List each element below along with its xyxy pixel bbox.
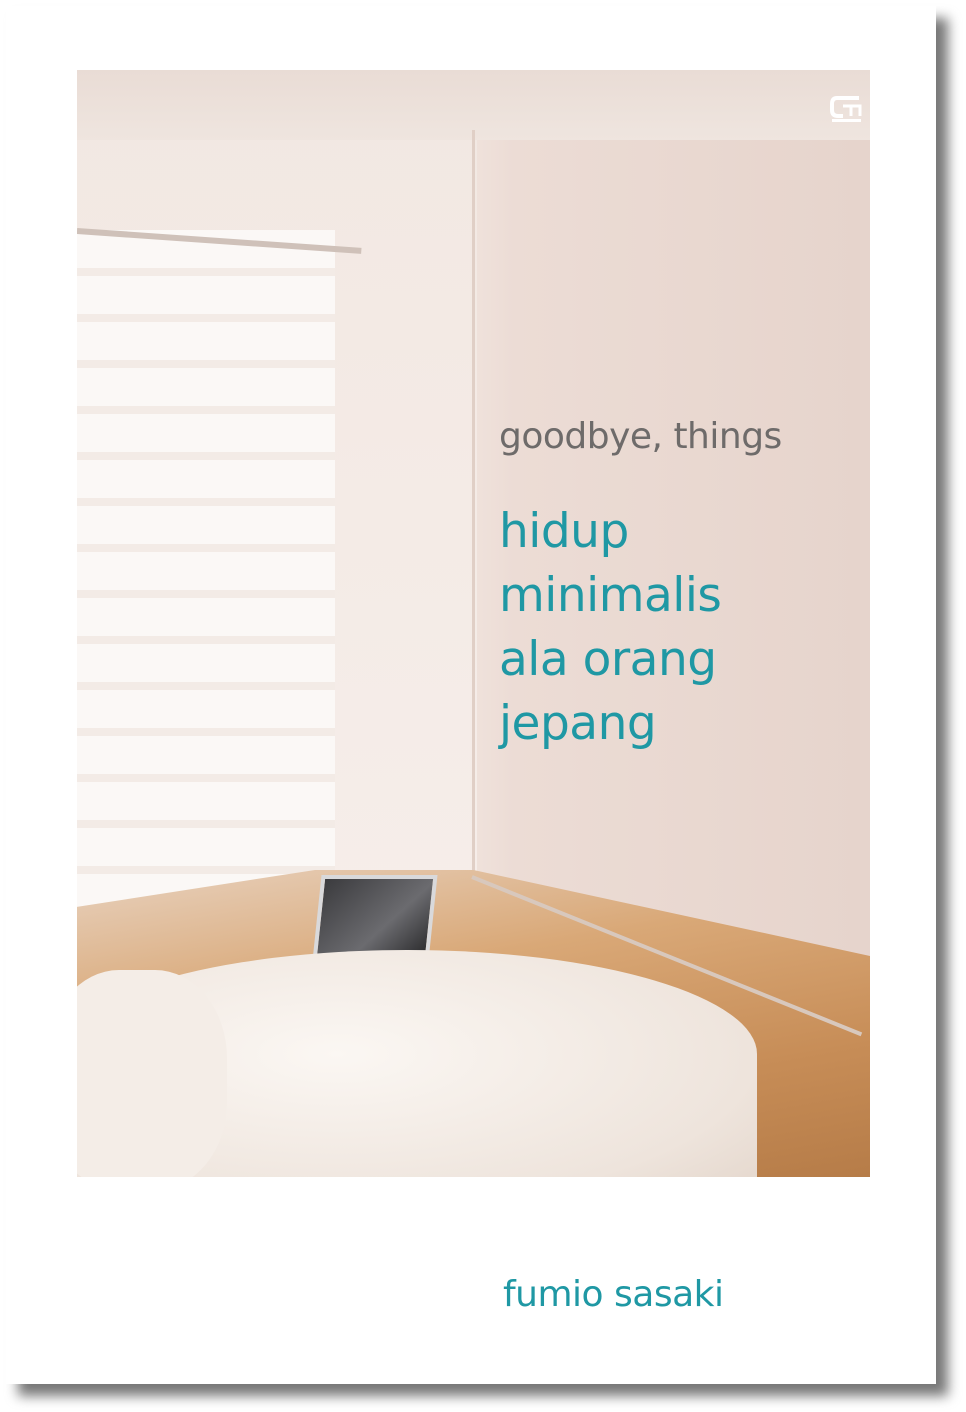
title-line: ala orang (499, 632, 717, 687)
book-author: fumio sasaki (503, 1274, 724, 1315)
pillow (77, 970, 227, 1177)
book-title: hidup minimalis ala orang jepang (499, 500, 722, 756)
cover-photo-room (77, 70, 870, 1177)
publisher-logo-icon (830, 96, 862, 122)
book-subtitle: goodbye, things (499, 416, 782, 457)
window-blind (77, 230, 335, 930)
title-line: minimalis (499, 568, 722, 623)
laptop-icon (312, 875, 438, 961)
wall-corner (472, 130, 475, 890)
title-line: hidup (499, 504, 629, 559)
title-line: jepang (499, 696, 657, 751)
book-cover: goodbye, things hidup minimalis ala oran… (6, 6, 936, 1384)
